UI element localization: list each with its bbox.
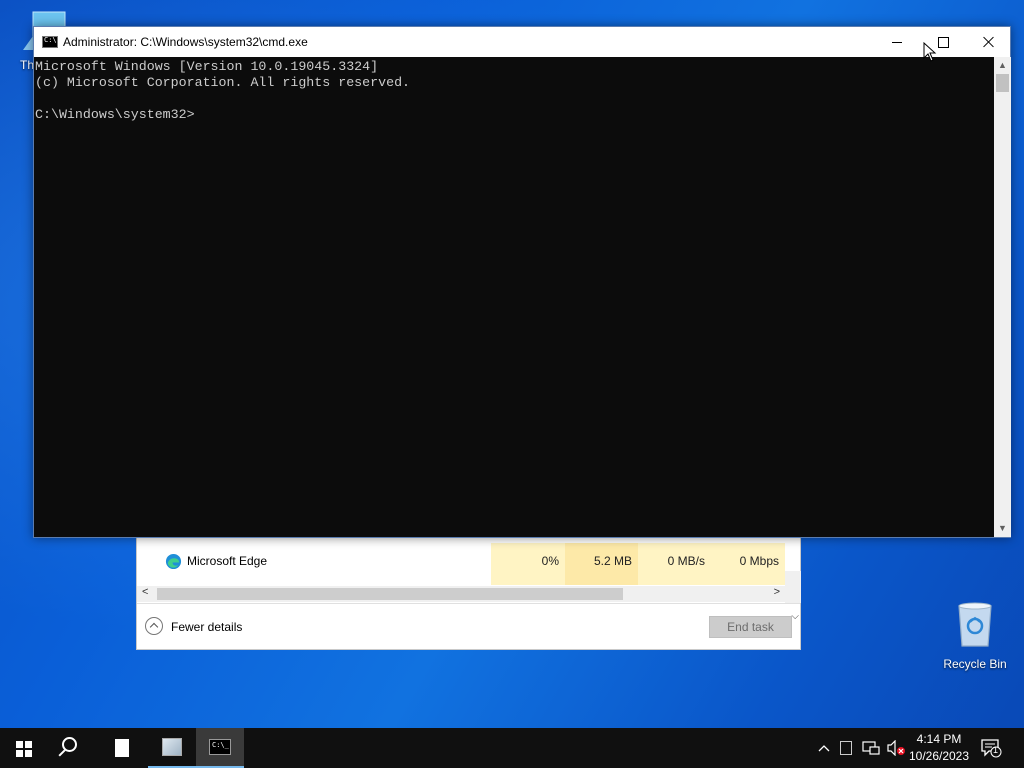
task-manager-window: Microsoft Edge 0% 5.2 MB 0 MB/s 0 Mbps ⌵…: [136, 530, 801, 650]
task-manager-footer: Fewer details End task: [137, 603, 800, 649]
memory-cell: 5.2 MB: [565, 543, 638, 585]
search-button[interactable]: [48, 728, 96, 768]
desktop-icon-label: Th: [20, 58, 35, 72]
process-row[interactable]: Microsoft Edge 0% 5.2 MB 0 MB/s 0 Mbps: [137, 543, 785, 585]
notification-count: 1: [993, 745, 999, 755]
console-line: Microsoft Windows [Version 10.0.19045.33…: [35, 59, 379, 74]
vertical-scrollbar[interactable]: ⌵: [785, 571, 801, 622]
scrollbar-thumb[interactable]: [157, 588, 623, 600]
end-task-button[interactable]: End task: [709, 616, 792, 638]
title-bar[interactable]: C:\ Administrator: C:\Windows\system32\c…: [34, 27, 1010, 57]
scroll-right-icon[interactable]: >: [774, 586, 780, 598]
tray-app-icon[interactable]: [840, 741, 852, 755]
show-hidden-icons-button[interactable]: [816, 740, 832, 756]
clock-date: 10/26/2023: [908, 749, 970, 763]
console-prompt[interactable]: C:\Windows\system32>: [35, 107, 994, 123]
desktop-icon-label: Recycle Bin: [943, 657, 1007, 671]
disk-cell: 0 MB/s: [638, 543, 711, 585]
clock-time: 4:14 PM: [916, 732, 962, 746]
taskbar-app-cmd[interactable]: C:\_: [196, 728, 244, 768]
desktop-icon-recycle-bin[interactable]: Recycle Bin: [940, 600, 1010, 671]
clock[interactable]: 4:14 PM 10/26/2023: [908, 731, 970, 765]
console-output[interactable]: Microsoft Windows [Version 10.0.19045.33…: [34, 57, 994, 537]
taskbar: C:\_ 4:14 PM 10/26/2023 1: [0, 728, 1024, 768]
task-manager-icon: [162, 738, 182, 756]
windows-logo-icon: [16, 741, 32, 757]
console-line: (c) Microsoft Corporation. All rights re…: [35, 75, 411, 90]
horizontal-scrollbar[interactable]: < >: [137, 586, 785, 602]
start-button[interactable]: [0, 728, 48, 768]
process-name: Microsoft Edge: [187, 554, 268, 568]
close-button[interactable]: [966, 27, 1012, 57]
collapse-chevron-icon: [145, 617, 163, 635]
file-icon: [115, 739, 129, 757]
network-icon[interactable]: [862, 740, 880, 756]
cpu-cell: 0%: [491, 543, 565, 585]
network-cell: 0 Mbps: [711, 543, 785, 585]
scroll-up-icon[interactable]: ▲: [994, 57, 1011, 74]
cmd-icon: C:\: [42, 36, 58, 48]
notification-center-button[interactable]: 1: [980, 738, 1002, 758]
chevron-up-icon: [818, 745, 830, 752]
fewer-details-label: Fewer details: [171, 620, 243, 634]
edge-icon: [165, 553, 182, 570]
cmd-window[interactable]: C:\ Administrator: C:\Windows\system32\c…: [33, 26, 1011, 538]
scrollbar-thumb[interactable]: [996, 74, 1009, 92]
mouse-cursor-icon: [923, 42, 937, 62]
cmd-icon: C:\_: [209, 739, 231, 755]
notification-icon: [981, 739, 1002, 758]
recycle-bin-icon: [958, 602, 992, 647]
volume-muted-icon[interactable]: [886, 739, 905, 757]
scroll-down-icon[interactable]: ▼: [994, 520, 1011, 537]
taskbar-app-notepad[interactable]: [98, 728, 146, 768]
taskbar-app-task-manager[interactable]: [148, 728, 196, 768]
search-icon: [62, 737, 77, 752]
console-scrollbar[interactable]: ▲ ▼: [994, 57, 1011, 537]
minimize-button[interactable]: [874, 27, 920, 57]
window-title: Administrator: C:\Windows\system32\cmd.e…: [63, 35, 308, 49]
scroll-left-icon[interactable]: <: [142, 586, 148, 598]
